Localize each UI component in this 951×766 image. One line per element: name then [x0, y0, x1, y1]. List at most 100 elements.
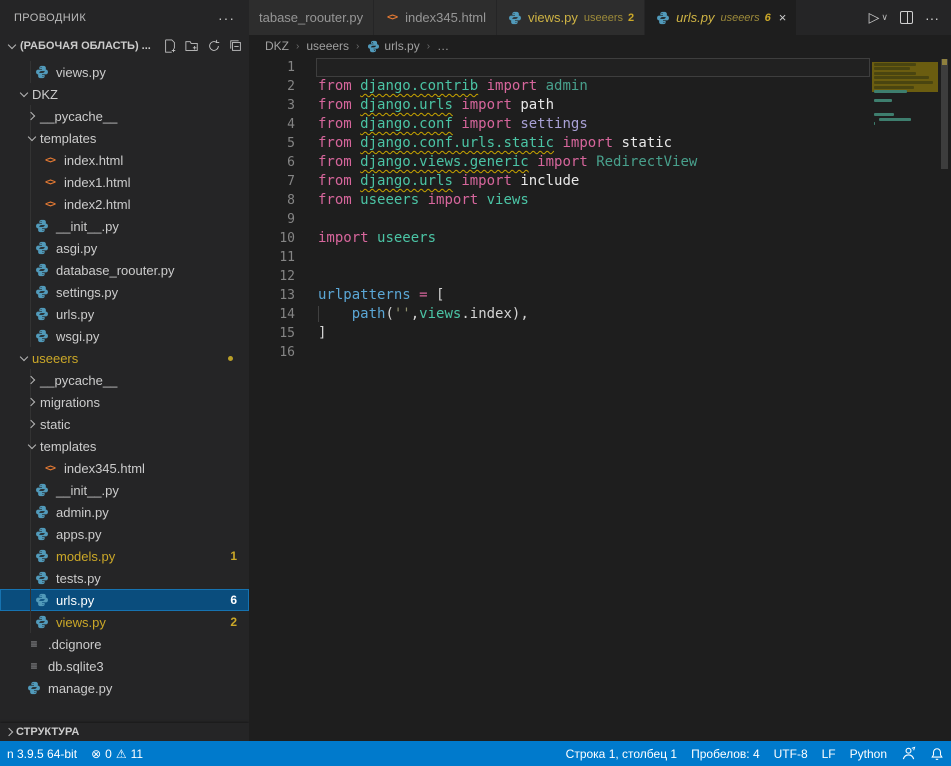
code-line-2[interactable]: 2from django.contrib import admin: [249, 77, 872, 96]
code-line-9[interactable]: 9: [249, 210, 872, 229]
python-icon: [367, 40, 380, 53]
editor-more-actions-button[interactable]: ···: [925, 10, 939, 26]
python-interpreter-item[interactable]: n 3.9.5 64-bit: [0, 741, 84, 766]
tree-folder--pycache-[interactable]: __pycache__: [0, 369, 249, 391]
code-area[interactable]: 12from django.contrib import admin3from …: [249, 58, 872, 362]
breadcrumb-item-DKZ[interactable]: DKZ: [265, 39, 289, 53]
tree-folder-templates[interactable]: templates: [0, 127, 249, 149]
tree-file-models-py[interactable]: models.py1: [0, 545, 249, 567]
breadcrumb-separator-icon: ›: [427, 41, 430, 52]
tree-folder-static[interactable]: static: [0, 413, 249, 435]
breadcrumb-separator-icon: ›: [296, 41, 299, 52]
tree-file--init-py[interactable]: __init__.py: [0, 479, 249, 501]
tab-tabase-roouter-py[interactable]: tabase_roouter.py: [249, 0, 374, 35]
feedback-icon[interactable]: [894, 741, 923, 766]
new-file-icon[interactable]: [163, 39, 177, 53]
tree-file-settings-py[interactable]: settings.py: [0, 281, 249, 303]
language-mode-item[interactable]: Python: [843, 741, 894, 766]
code-line-13[interactable]: 13urlpatterns = [: [249, 286, 872, 305]
collapse-all-icon[interactable]: [229, 39, 243, 53]
modified-dot: [228, 356, 233, 361]
minimap-line: [874, 67, 910, 70]
code-line-14[interactable]: 14 path('',views.index),: [249, 305, 872, 324]
tree-file-asgi-py[interactable]: asgi.py: [0, 237, 249, 259]
code-line-8[interactable]: 8from useeers import views: [249, 191, 872, 210]
new-folder-icon[interactable]: [185, 39, 199, 53]
python-icon-wrap: [34, 306, 50, 322]
tree-file-apps-py[interactable]: apps.py: [0, 523, 249, 545]
chevron-down-icon: [18, 352, 30, 364]
run-python-file-button[interactable]: ▷ ∨: [869, 9, 888, 26]
scrollbar-slider[interactable]: [941, 59, 948, 169]
python-icon: [35, 527, 49, 541]
problems-item[interactable]: ⊗ 0 ⚠ 11: [84, 741, 150, 766]
workspace-section-header[interactable]: (РАБОЧАЯ ОБЛАСТЬ) ...: [0, 35, 249, 57]
notifications-bell-icon[interactable]: [923, 741, 951, 766]
tree-file-index1-html[interactable]: <>index1.html: [0, 171, 249, 193]
tree-item-label: admin.py: [56, 505, 109, 520]
split-editor-icon: [900, 11, 913, 24]
tree-file-admin-py[interactable]: admin.py: [0, 501, 249, 523]
tree-file-index2-html[interactable]: <>index2.html: [0, 193, 249, 215]
indent-guide: [30, 149, 31, 171]
code-line-4[interactable]: 4from django.conf import settings: [249, 115, 872, 134]
editor-pane[interactable]: 12from django.contrib import admin3from …: [249, 57, 951, 741]
tree-file-manage-py[interactable]: manage.py: [0, 677, 249, 699]
minimap[interactable]: [872, 57, 938, 741]
tree-file-db-sqlite3[interactable]: ≡db.sqlite3: [0, 655, 249, 677]
breadcrumb-item-urls-py[interactable]: urls.py: [366, 39, 419, 53]
code-line-6[interactable]: 6from django.views.generic import Redire…: [249, 153, 872, 172]
python-icon-wrap: [366, 39, 380, 53]
tree-file-urls-py[interactable]: urls.py6: [0, 589, 249, 611]
tree-file-wsgi-py[interactable]: wsgi.py: [0, 325, 249, 347]
tree-folder-useeers[interactable]: useeers: [0, 347, 249, 369]
tree-file-database-roouter-py[interactable]: database_roouter.py: [0, 259, 249, 281]
breadcrumb-item-useeers[interactable]: useeers: [306, 39, 349, 53]
code-line-11[interactable]: 11: [249, 248, 872, 267]
refresh-icon[interactable]: [207, 39, 221, 53]
indentation-item[interactable]: Пробелов: 4: [684, 741, 767, 766]
overview-ruler-scrollbar[interactable]: [938, 57, 951, 741]
cursor-position-item[interactable]: Строка 1, столбец 1: [559, 741, 684, 766]
breadcrumb-label: DKZ: [265, 39, 289, 53]
tree-file-views-py[interactable]: views.py: [0, 61, 249, 83]
tree-file--dcignore[interactable]: ≡.dcignore: [0, 633, 249, 655]
tree-file-index345-html[interactable]: <>index345.html: [0, 457, 249, 479]
warning-icon: ⚠: [116, 747, 127, 761]
split-editor-button[interactable]: [900, 11, 913, 24]
explorer-more-actions-icon[interactable]: ···: [218, 10, 235, 26]
python-icon-wrap: [34, 64, 50, 80]
tree-file-views-py[interactable]: views.py2: [0, 611, 249, 633]
tree-folder-migrations[interactable]: migrations: [0, 391, 249, 413]
python-icon: [35, 571, 49, 585]
tab-index345-html[interactable]: <>index345.html: [374, 0, 497, 35]
run-dropdown-icon[interactable]: ∨: [881, 12, 888, 23]
tree-folder-templates[interactable]: templates: [0, 435, 249, 457]
tree-folder--pycache-[interactable]: __pycache__: [0, 105, 249, 127]
chevron-right-icon: [26, 110, 38, 122]
encoding-item[interactable]: UTF-8: [767, 741, 815, 766]
breadcrumb-item--[interactable]: …: [437, 39, 449, 53]
indent-guide: [30, 457, 31, 479]
tree-file-urls-py[interactable]: urls.py: [0, 303, 249, 325]
code-line-10[interactable]: 10import useeers: [249, 229, 872, 248]
line-text: ]: [318, 324, 326, 343]
code-line-16[interactable]: 16: [249, 343, 872, 362]
code-line-3[interactable]: 3from django.urls import path: [249, 96, 872, 115]
tab-views-py[interactable]: views.pyuseeers2: [497, 0, 645, 35]
code-line-7[interactable]: 7from django.urls import include: [249, 172, 872, 191]
code-line-1[interactable]: 1: [249, 58, 872, 77]
line-text: from django.conf.urls.static import stat…: [318, 134, 672, 153]
code-line-12[interactable]: 12: [249, 267, 872, 286]
tree-folder-DKZ[interactable]: DKZ: [0, 83, 249, 105]
close-icon[interactable]: ×: [779, 10, 787, 25]
tree-file--init-py[interactable]: __init__.py: [0, 215, 249, 237]
eol-item[interactable]: LF: [815, 741, 843, 766]
code-line-5[interactable]: 5from django.conf.urls.static import sta…: [249, 134, 872, 153]
indent-guide: [30, 479, 31, 501]
tree-file-index-html[interactable]: <>index.html: [0, 149, 249, 171]
outline-section-header[interactable]: СТРУКТУРА: [0, 723, 249, 741]
code-line-15[interactable]: 15]: [249, 324, 872, 343]
tab-urls-py[interactable]: urls.pyuseeers6×: [645, 0, 797, 35]
tree-file-tests-py[interactable]: tests.py: [0, 567, 249, 589]
